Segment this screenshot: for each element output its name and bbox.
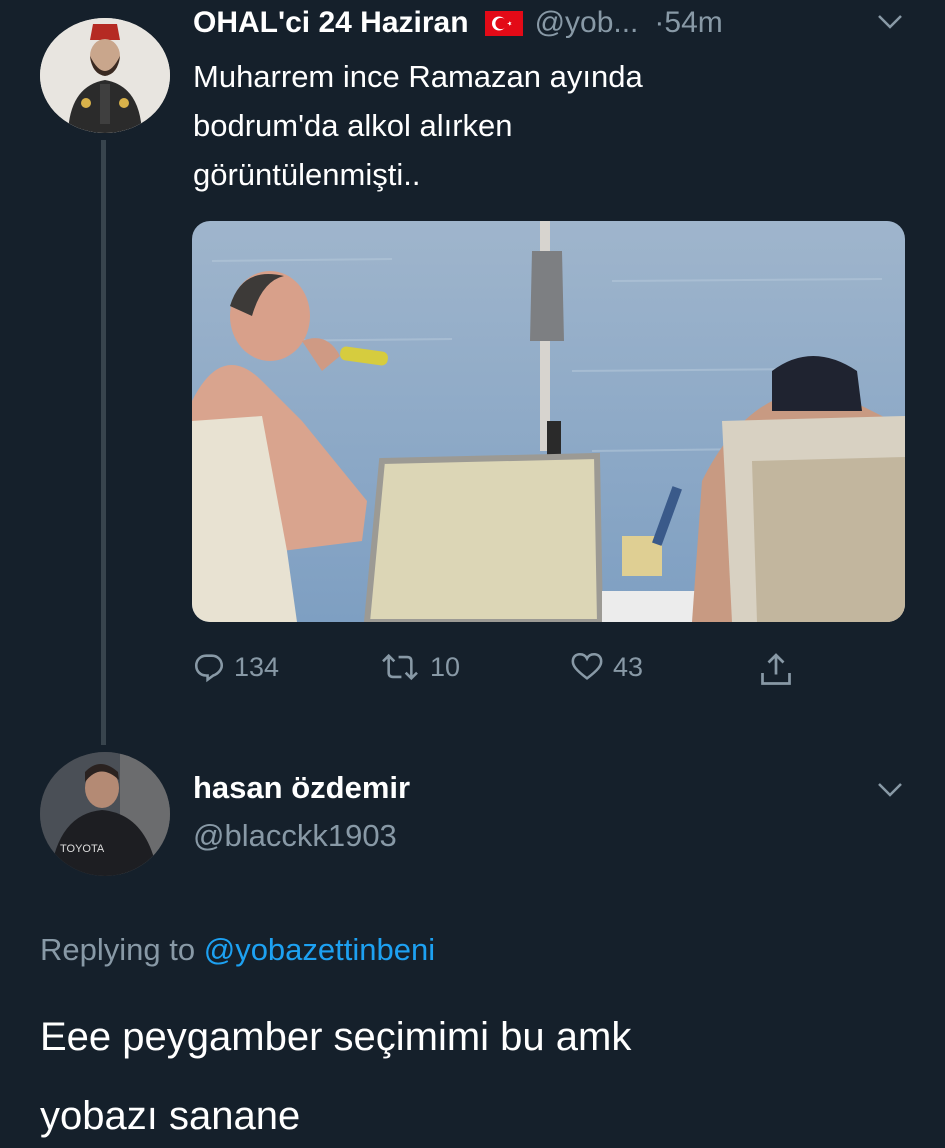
tweet-text-line: Muharrem ince Ramazan ayında — [193, 59, 643, 94]
tweet-photo[interactable] — [192, 221, 905, 622]
mention-link[interactable]: @yobazettinbeni — [204, 932, 435, 967]
tweet-text-line: görüntülenmişti.. — [193, 157, 421, 192]
retweet-count: 10 — [430, 651, 461, 682]
tweet-thread: OHAL'ci 24 Haziran @yob... ·54m Muharrem… — [0, 0, 945, 1148]
replying-prefix: Replying to — [40, 932, 196, 967]
retweet-button[interactable]: 10 — [378, 650, 460, 684]
tweet-text-line: yobazı sanane — [40, 1094, 301, 1138]
replying-to-line: Replying to @yobazettinbeni — [40, 932, 435, 968]
share-icon — [761, 653, 791, 685]
chevron-down-icon[interactable] — [875, 12, 905, 32]
tweet-text: Eee peygamber seçimimi bu amk yobazı san… — [40, 998, 920, 1148]
avatar[interactable] — [40, 18, 170, 133]
display-name[interactable]: OHAL'ci 24 Haziran — [193, 6, 469, 40]
chevron-down-icon[interactable] — [875, 780, 905, 800]
reply-count: 134 — [234, 651, 280, 682]
tweet-actions: 134 10 43 — [192, 650, 812, 702]
reply-button[interactable]: 134 — [192, 650, 279, 684]
like-button[interactable]: 43 — [569, 650, 643, 684]
timestamp[interactable]: ·54m — [654, 6, 722, 40]
display-name[interactable]: hasan özdemir — [193, 770, 410, 806]
turkey-flag-icon — [484, 10, 523, 36]
reply-bubble-icon — [194, 654, 224, 683]
share-button[interactable] — [758, 650, 802, 690]
user-handle[interactable]: @blacckk1903 — [193, 818, 397, 854]
tweet-text-line: Eee peygamber seçimimi bu amk — [40, 1015, 632, 1059]
svg-text:TOYOTA: TOYOTA — [60, 843, 105, 855]
tweet-header: OHAL'ci 24 Haziran @yob... ·54m — [193, 2, 723, 44]
user-handle[interactable]: @yob... — [535, 6, 639, 40]
thread-connector-line — [101, 140, 106, 745]
heart-icon — [571, 652, 603, 680]
tweet-text: Muharrem ince Ramazan ayında bodrum'da a… — [193, 52, 893, 199]
photo-man-drinking-on-beach — [192, 221, 905, 622]
retweet-icon — [382, 653, 418, 681]
avatar[interactable]: TOYOTA — [40, 752, 170, 876]
tweet-text-line: bodrum'da alkol alırken — [193, 108, 513, 143]
like-count: 43 — [613, 651, 644, 682]
